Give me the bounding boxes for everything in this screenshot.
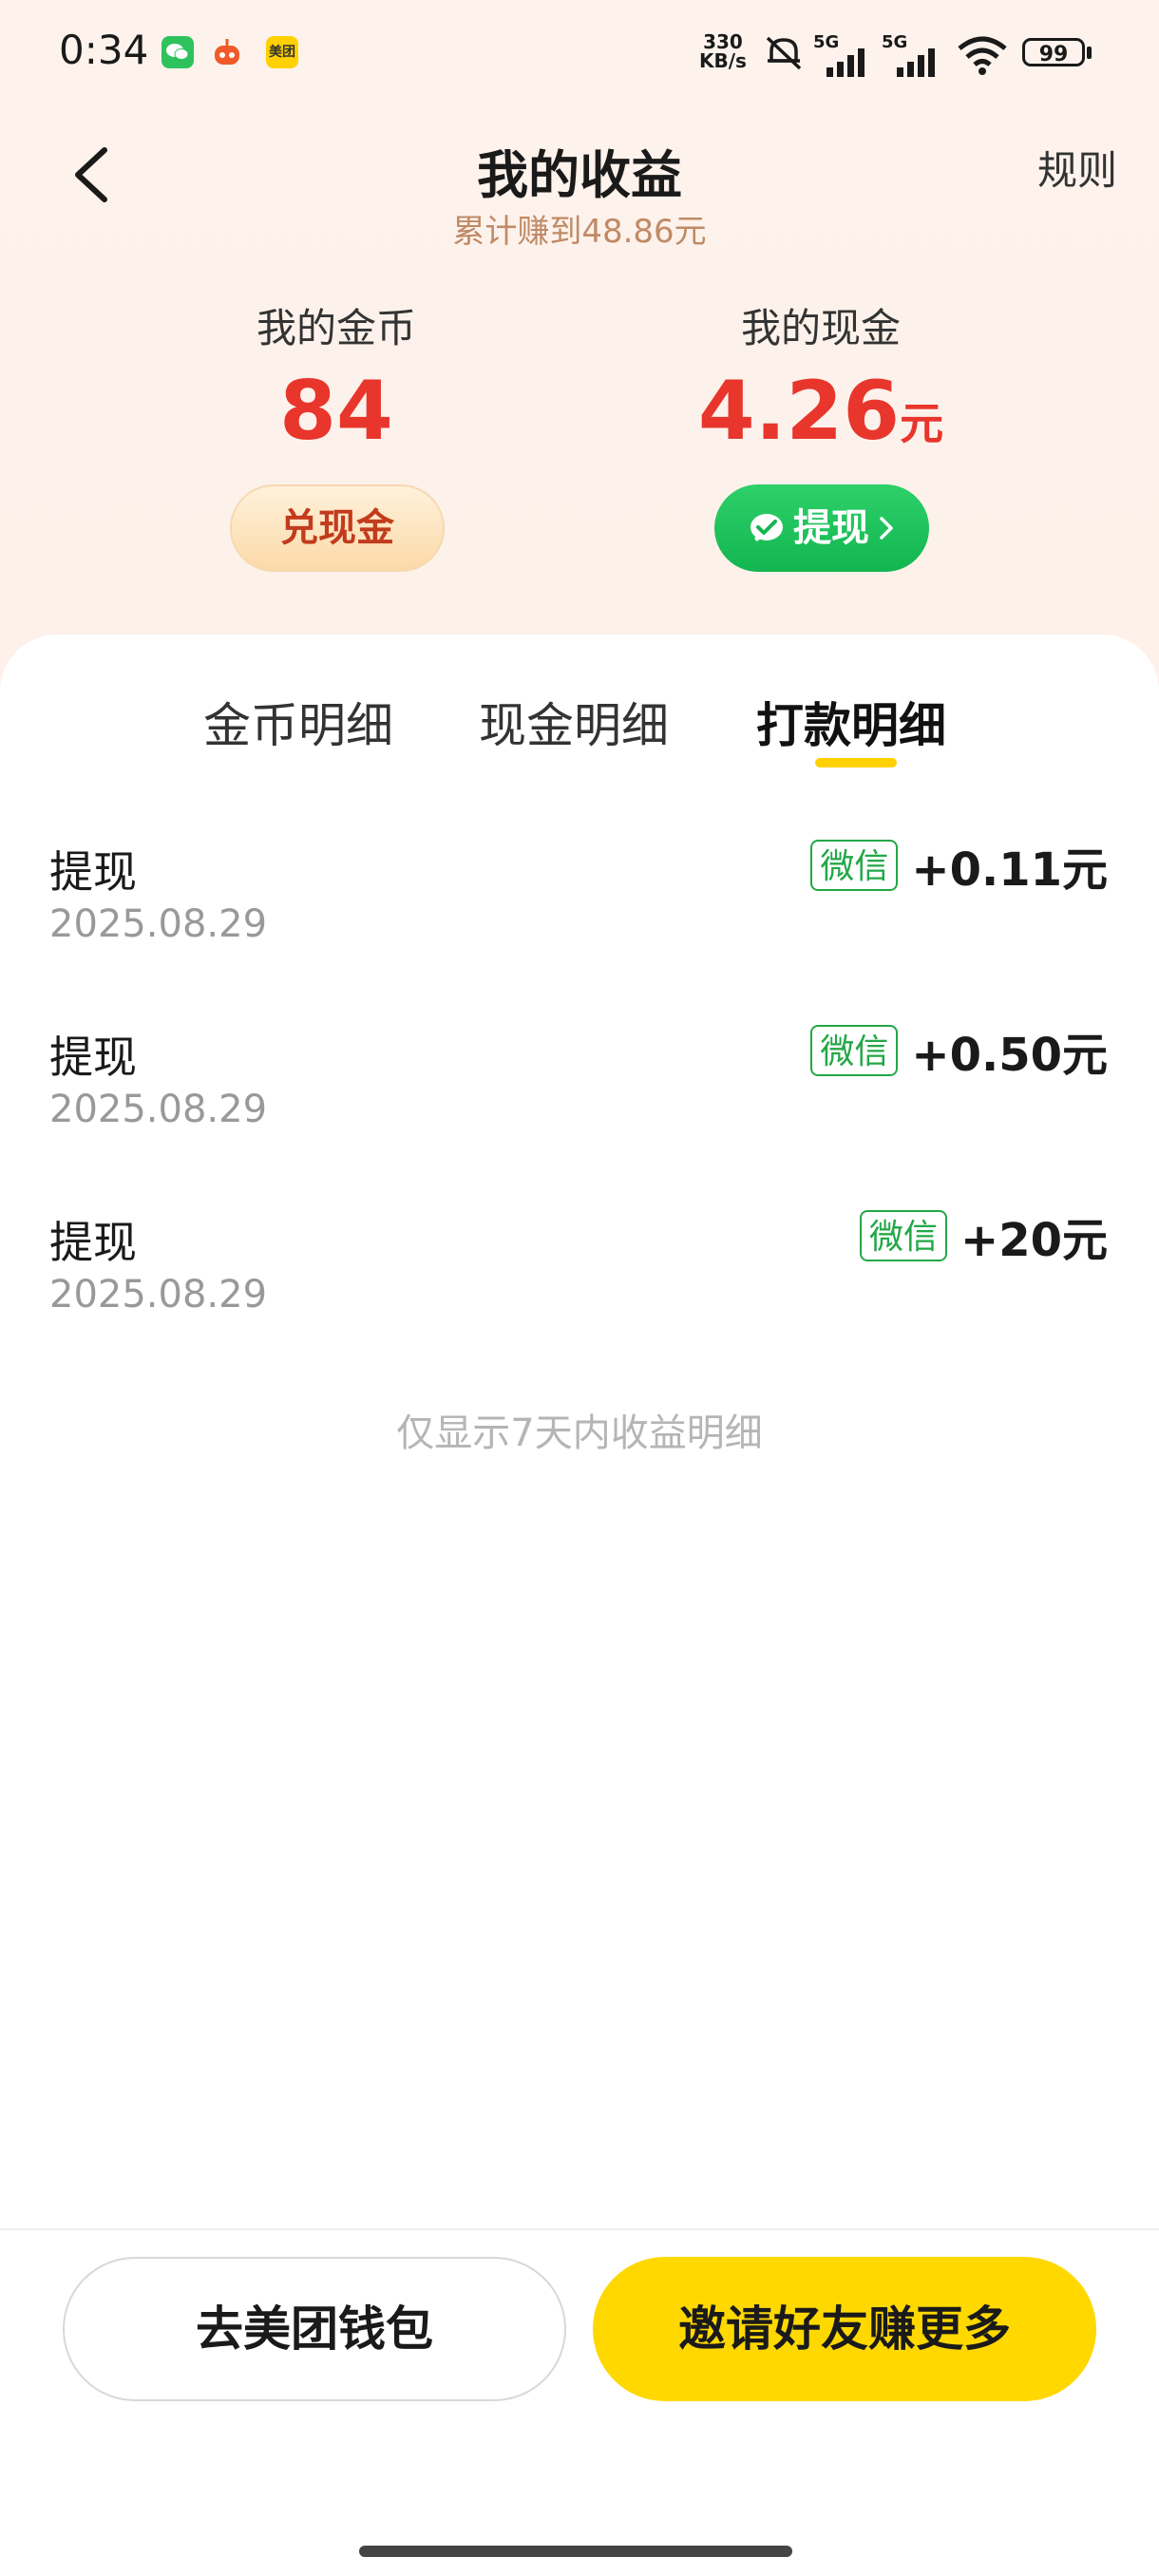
channel-badge: 微信	[859, 1210, 947, 1261]
wechat-notification-icon	[162, 36, 194, 68]
coins-summary: 我的金币 84	[137, 296, 536, 459]
status-bar: 0:34 美团 330 KB/s 5G 5G 99	[0, 0, 1159, 104]
record-right: 微信 +20元	[859, 1203, 1108, 1269]
cash-value-row: 4.26元	[621, 364, 1020, 471]
withdraw-label: 提现	[793, 506, 869, 550]
network-speed: 330 KB/s	[699, 32, 747, 70]
exchange-cash-button[interactable]: 兑现金	[230, 484, 445, 572]
active-tab-indicator	[815, 758, 897, 767]
rules-link[interactable]: 规则	[1037, 139, 1117, 197]
tab-cash-details[interactable]: 现金明细	[479, 688, 669, 756]
battery-indicator: 99	[1022, 38, 1085, 66]
record-type: 提现	[49, 1217, 137, 1268]
bottom-divider	[0, 2228, 1159, 2230]
cash-label: 我的现金	[740, 305, 901, 351]
robot-notification-icon	[211, 36, 243, 68]
record-right: 微信 +0.50元	[810, 1017, 1108, 1084]
record-right: 微信 +0.11元	[810, 832, 1108, 899]
invite-friends-button[interactable]: 邀请好友赚更多	[593, 2257, 1096, 2401]
tab-coin-details[interactable]: 金币明细	[203, 688, 393, 756]
record-amount: +0.11元	[911, 843, 1108, 897]
seven-day-footnote: 仅显示7天内收益明细	[396, 1411, 763, 1455]
signal-bars-1-icon	[826, 48, 864, 77]
home-indicator[interactable]	[359, 2546, 792, 2557]
channel-badge: 微信	[810, 1025, 899, 1076]
signal-bars-2-icon	[897, 48, 935, 77]
net-speed-value: 330	[703, 30, 743, 53]
net-speed-unit: KB/s	[699, 49, 747, 72]
record-date: 2025.08.29	[49, 1273, 268, 1316]
record-type: 提现	[49, 1032, 137, 1083]
record-amount: +0.50元	[911, 1029, 1108, 1082]
battery-tip	[1087, 47, 1092, 59]
tab-payout-details[interactable]: 打款明细	[756, 688, 946, 756]
channel-badge: 微信	[810, 840, 899, 891]
coins-value: 84	[279, 364, 393, 459]
wifi-icon	[958, 36, 1007, 75]
mute-bell-icon	[766, 36, 802, 70]
go-to-wallet-button[interactable]: 去美团钱包	[63, 2257, 566, 2401]
total-earned-subtitle: 累计赚到48.86元	[452, 213, 707, 251]
cash-unit: 元	[900, 398, 944, 449]
page-title: 我的收益	[477, 145, 682, 205]
wechat-pay-icon	[750, 514, 783, 541]
detail-tabs: 金币明细 现金明细 打款明细	[0, 688, 1159, 783]
withdraw-button[interactable]: 提现	[714, 484, 929, 572]
record-amount: +20元	[960, 1214, 1108, 1267]
cash-value: 4.26	[697, 364, 901, 459]
record-type: 提现	[49, 846, 137, 898]
list-item: 提现 2025.08.29 微信 +0.11元	[0, 838, 1159, 990]
record-date: 2025.08.29	[49, 902, 268, 946]
cash-summary: 我的现金 4.26元	[621, 296, 1020, 471]
list-item: 提现 2025.08.29 微信 +20元	[0, 1208, 1159, 1360]
coins-label: 我的金币	[256, 305, 416, 351]
status-time: 0:34	[59, 27, 149, 73]
chevron-right-icon	[880, 517, 893, 540]
meituan-notification-icon: 美团	[266, 36, 298, 68]
record-date: 2025.08.29	[49, 1088, 268, 1131]
list-item: 提现 2025.08.29 微信 +0.50元	[0, 1023, 1159, 1175]
